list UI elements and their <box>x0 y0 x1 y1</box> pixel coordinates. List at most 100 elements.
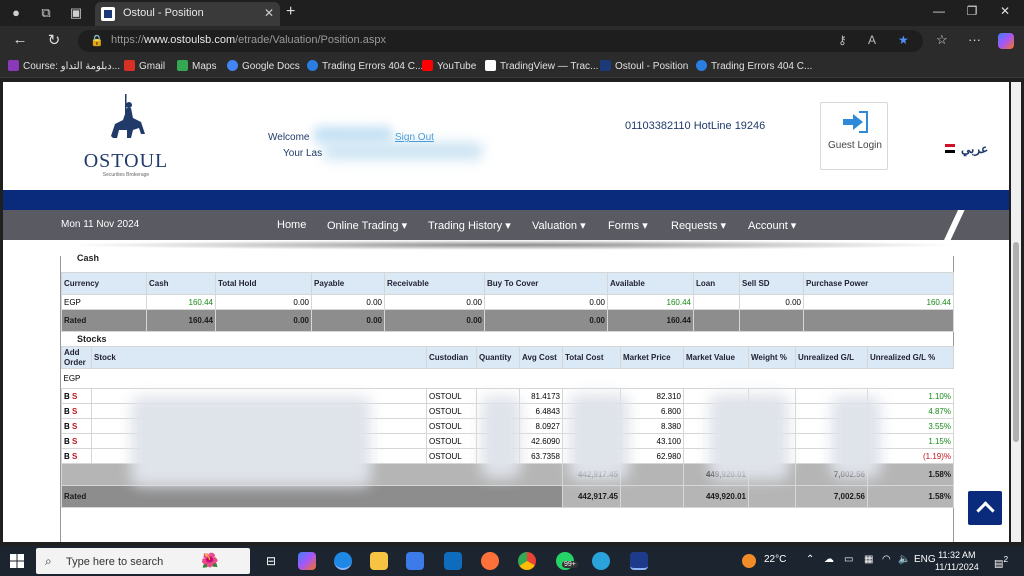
lock-icon: 🔒 <box>90 35 104 47</box>
telegram-icon[interactable] <box>592 552 610 570</box>
firefox-icon[interactable] <box>481 552 499 570</box>
menu-valuation[interactable]: Valuation ▾ <box>532 219 586 232</box>
system-clock[interactable]: 11:32 AM 11/11/2024 <box>935 549 979 573</box>
minimize-icon[interactable]: — <box>924 4 954 18</box>
network-icon[interactable]: ▦ <box>864 554 873 565</box>
currency-group-row: EGP <box>61 368 954 389</box>
more-menu-icon[interactable]: ··· <box>968 32 981 47</box>
bookmark-ostoul[interactable]: Ostoul - Position <box>600 60 688 72</box>
sell-button[interactable]: S <box>72 452 77 461</box>
menu-home[interactable]: Home <box>277 219 306 231</box>
bookmark-course[interactable]: Course: دبلومة التداو... <box>8 60 120 72</box>
address-bar[interactable]: 🔒 https://www.ostoulsb.com/etrade/Valuat… <box>78 30 923 52</box>
weather-icon[interactable] <box>742 554 756 568</box>
back-to-top-button[interactable] <box>968 491 1002 525</box>
ostoul-logo[interactable]: OSTOUL Securities Brokerage <box>81 92 171 182</box>
weather-temp[interactable]: 22°C <box>764 554 786 565</box>
onedrive-icon[interactable]: ▭ <box>844 554 853 565</box>
sell-button[interactable]: S <box>72 422 77 431</box>
whatsapp-icon[interactable]: 99+ <box>556 552 578 570</box>
close-window-icon[interactable]: ✕ <box>990 4 1020 18</box>
cell-unrealized-gl-pct: 1.10% <box>867 388 954 404</box>
store-icon[interactable] <box>406 552 424 570</box>
notifications-icon[interactable]: ▤2 <box>994 554 1008 569</box>
header-band <box>3 190 1009 210</box>
col-total-hold: Total Hold <box>215 272 312 295</box>
menu-trading-history[interactable]: Trading History ▾ <box>428 219 511 232</box>
language-switch[interactable]: عربي <box>961 142 988 156</box>
refresh-icon[interactable]: ↻ <box>44 31 64 49</box>
rated-market-value: 449,920.01 <box>683 485 749 508</box>
windows-start-icon[interactable] <box>10 554 24 568</box>
cell-avg-cost: 42.6090 <box>519 433 563 449</box>
logo-name: OSTOUL <box>83 150 169 172</box>
close-tab-icon[interactable]: ✕ <box>264 6 274 20</box>
guest-login-button[interactable]: Guest Login <box>820 102 888 170</box>
bookmark-tradingview[interactable]: TradingView — Trac... <box>485 60 598 72</box>
chrome-icon[interactable] <box>518 552 536 570</box>
sell-button[interactable]: S <box>72 437 77 446</box>
rated-total-cost: 442,917.45 <box>562 485 621 508</box>
rated-receivable: 0.00 <box>384 309 485 332</box>
buy-button[interactable]: B <box>64 437 70 446</box>
workspaces-icon[interactable]: ⧉ <box>36 3 56 23</box>
input-language[interactable]: ENG <box>914 554 936 565</box>
copilot-taskbar-icon[interactable] <box>298 552 316 570</box>
col-unrealized-gl-pct: Unrealized G/L % <box>867 346 954 369</box>
new-tab-icon[interactable]: + <box>286 3 295 21</box>
cash-table: Currency Cash Total Hold Payable Receiva… <box>61 272 954 332</box>
col-custodian: Custodian <box>426 346 477 369</box>
sign-out-link[interactable]: Sign Out <box>395 132 434 143</box>
col-currency: Currency <box>61 272 147 295</box>
back-icon[interactable]: ← <box>10 31 30 48</box>
chevron-up-icon[interactable]: ⌃ <box>806 554 814 565</box>
read-aloud-icon[interactable]: A <box>868 33 876 47</box>
notification-count: 2 <box>1003 554 1009 564</box>
buy-button[interactable]: B <box>64 407 70 416</box>
bookmark-trading-errors[interactable]: Trading Errors 404 C... <box>307 60 423 72</box>
bookmark-trading-errors-2[interactable]: Trading Errors 404 C... <box>696 60 812 72</box>
bookmark-gmail[interactable]: Gmail <box>124 60 165 72</box>
profile-icon[interactable]: ● <box>6 3 26 23</box>
task-view-icon[interactable]: ⊟ <box>262 552 280 570</box>
restore-icon[interactable]: ❐ <box>957 4 987 18</box>
bookmark-maps[interactable]: Maps <box>177 60 216 72</box>
buy-button[interactable]: B <box>64 452 70 461</box>
egypt-flag-icon <box>945 144 955 153</box>
outlook-icon[interactable] <box>444 552 462 570</box>
file-explorer-icon[interactable] <box>370 552 388 570</box>
rated-weight-empty <box>748 485 796 508</box>
menu-account[interactable]: Account ▾ <box>748 219 796 232</box>
wifi-icon[interactable]: ◠ <box>882 554 891 565</box>
edge-icon[interactable] <box>334 552 352 570</box>
buy-button[interactable]: B <box>64 422 70 431</box>
app-icon[interactable] <box>630 552 648 570</box>
bookmark-youtube[interactable]: YouTube <box>422 60 476 72</box>
cell-custodian: OSTOUL <box>426 433 477 449</box>
rated-buy-to-cover: 0.00 <box>484 309 608 332</box>
cloud-icon[interactable]: ☁ <box>824 554 834 565</box>
maps-icon <box>177 60 188 71</box>
page-scrollbar[interactable] <box>1011 82 1021 542</box>
sell-button[interactable]: S <box>72 407 77 416</box>
cell-market-price: 82.310 <box>620 388 684 404</box>
tab-actions-icon[interactable]: ▣ <box>66 3 86 23</box>
buy-button[interactable]: B <box>64 392 70 401</box>
tab-ostoul-position[interactable]: Ostoul - Position ✕ <box>95 2 280 26</box>
volume-icon[interactable]: 🔈 <box>898 554 910 565</box>
search-icon: ⌕ <box>45 554 52 568</box>
key-icon[interactable]: ⚷ <box>838 33 847 47</box>
stocks-rated-row: Rated 442,917.45 449,920.01 7,002.56 1.5… <box>61 485 954 508</box>
scrollbar-thumb[interactable] <box>1013 242 1019 442</box>
favorite-star-icon[interactable]: ★ <box>898 33 909 47</box>
col-weight: Weight % <box>748 346 796 369</box>
menu-forms[interactable]: Forms ▾ <box>608 219 648 232</box>
collections-icon[interactable]: ☆ <box>936 32 948 48</box>
menu-requests[interactable]: Requests ▾ <box>671 219 726 232</box>
taskbar-search[interactable]: ⌕ Type here to search 🌺 <box>36 548 250 574</box>
menu-online-trading[interactable]: Online Trading ▾ <box>327 219 407 232</box>
bookmark-google-docs[interactable]: Google Docs <box>227 60 300 72</box>
sell-button[interactable]: S <box>72 392 77 401</box>
cell-add-order: B S <box>61 433 92 449</box>
copilot-icon[interactable] <box>998 33 1014 49</box>
